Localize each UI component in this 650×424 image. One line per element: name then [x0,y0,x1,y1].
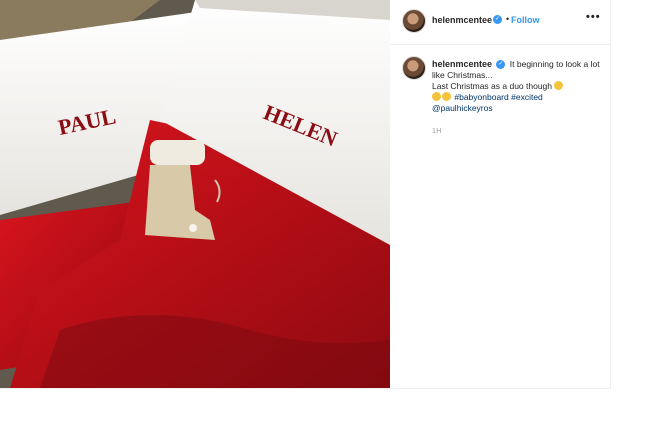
post-header: helenmcentee ✓ • Follow ••• [390,0,610,45]
caption-username[interactable]: helenmcentee [432,59,492,69]
christmas-stockings-photo: PAUL HELEN [0,0,390,388]
verified-badge-icon: ✓ [493,15,502,24]
mention-link[interactable]: @paulhickeyros [432,103,493,113]
caption-text: helenmcentee ✓ It beginning to look a lo… [432,59,602,114]
avatar[interactable] [402,9,426,33]
header-separator: • [506,14,510,24]
header-username[interactable]: helenmcentee [432,15,492,25]
emoji-icon [432,92,441,101]
post-image[interactable]: PAUL HELEN [0,0,390,388]
post-timestamp[interactable]: 1h [432,128,442,135]
caption-avatar[interactable] [402,56,426,80]
instagram-post: PAUL HELEN helenmcentee ✓ • Follow ••• h… [0,0,611,389]
verified-badge-icon: ✓ [496,60,506,70]
caption-line-2: Last Christmas as a duo though [432,81,553,91]
hashtag-link[interactable]: #babyonboard [454,92,508,102]
more-options-icon[interactable]: ••• [586,11,601,23]
hashtag-link[interactable]: #excited [511,92,543,102]
emoji-icon [442,92,451,101]
emoji-icon [554,81,564,90]
post-sidebar: helenmcentee ✓ • Follow ••• helenmcentee… [390,0,610,388]
follow-button[interactable]: Follow [511,15,540,25]
